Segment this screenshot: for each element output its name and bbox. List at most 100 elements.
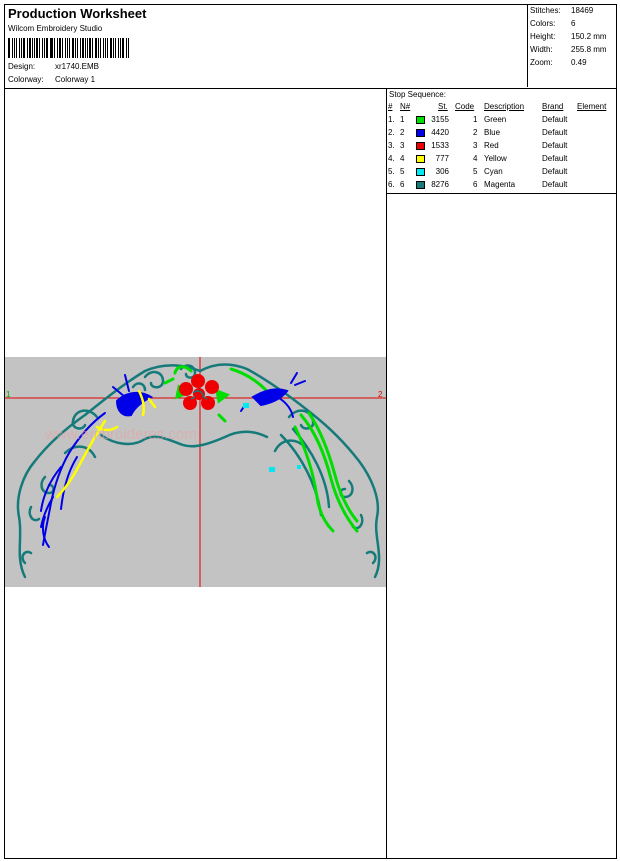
- row-stitches: 3155: [431, 115, 449, 124]
- barcode-bar: [92, 38, 93, 58]
- col-header-num: #: [388, 102, 393, 111]
- barcode-bar: [117, 38, 120, 58]
- row-code: 2: [473, 128, 478, 137]
- row-description: Yellow: [484, 154, 507, 163]
- color-swatch: [416, 116, 425, 124]
- colors-label: Colors:: [530, 19, 556, 28]
- barcode-bar: [126, 38, 127, 58]
- width-label: Width:: [530, 45, 553, 54]
- barcode-bar: [112, 38, 114, 58]
- marker-right: 2: [378, 390, 383, 399]
- barcode: [8, 38, 130, 58]
- barcode-bar: [23, 38, 25, 58]
- barcode-bar: [72, 38, 75, 58]
- barcode-bar: [64, 38, 66, 58]
- barcode-bar: [8, 38, 10, 58]
- row-n: 4: [400, 154, 405, 163]
- barcode-bar: [87, 38, 89, 58]
- col-header-n: N#: [400, 102, 411, 111]
- barcode-bar: [43, 38, 45, 58]
- stop-sequence-title: Stop Sequence:: [389, 90, 446, 99]
- design-canvas[interactable]: 1 2 www.embroideres.com: [5, 357, 386, 587]
- barcode-bar: [13, 38, 15, 58]
- row-stitches: 1533: [431, 141, 449, 150]
- stop-sequence-panel: Stop Sequence: # N# St. Code Description…: [387, 88, 616, 194]
- stop-sequence-row[interactable]: 6. 6 8276 6 Magenta Default: [387, 180, 616, 192]
- row-brand: Default: [542, 128, 568, 137]
- zoom-label: Zoom:: [530, 58, 553, 67]
- stitches-row: Stitches: 18469: [530, 6, 593, 15]
- barcode-bar: [102, 38, 105, 58]
- stop-sequence-header: # N# St. Code Description Brand Element: [387, 102, 616, 114]
- colorway-value: Colorway 1: [55, 75, 96, 84]
- blue-phoenix: [40, 372, 306, 548]
- stitches-value: 18469: [571, 6, 594, 15]
- design-stats: Stitches: 18469 Colors: 6 Height: 150.2 mm …: [527, 5, 617, 87]
- row-num: 2.: [388, 128, 395, 137]
- row-stitches: 306: [435, 167, 449, 176]
- row-brand: Default: [542, 180, 568, 189]
- barcode-bar: [81, 38, 84, 58]
- barcode-bar: [94, 38, 97, 58]
- software-name: Wilcom Embroidery Studio: [8, 24, 103, 33]
- barcode-bar: [31, 38, 33, 58]
- barcode-bar: [21, 38, 23, 58]
- barcode-bar: [84, 38, 86, 58]
- colorway-label: Colorway:: [8, 75, 44, 84]
- row-num: 3.: [388, 141, 395, 150]
- width-value: 255.8 mm: [571, 45, 607, 54]
- barcode-bar: [110, 38, 112, 58]
- barcode-bar: [76, 38, 78, 58]
- row-num: 6.: [388, 180, 395, 189]
- stop-sequence-row[interactable]: 2. 2 4420 2 Blue Default: [387, 128, 616, 140]
- row-description: Green: [484, 115, 507, 124]
- barcode-bar: [19, 38, 21, 58]
- colors-row: Colors: 6: [530, 19, 575, 28]
- worksheet-header: Production Worksheet Wilcom Embroidery S…: [5, 5, 616, 89]
- row-brand: Default: [542, 154, 568, 163]
- barcode-bar: [114, 38, 116, 58]
- red-flower: [179, 374, 219, 410]
- barcode-bar: [54, 38, 56, 58]
- page-title: Production Worksheet: [8, 6, 147, 21]
- barcode-bar: [79, 38, 81, 58]
- height-row: Height: 150.2 mm: [530, 32, 607, 41]
- row-brand: Default: [542, 167, 568, 176]
- stop-sequence-row[interactable]: 1. 1 3155 1 Green Default: [387, 115, 616, 127]
- stop-sequence-row[interactable]: 3. 3 1533 3 Red Default: [387, 141, 616, 153]
- marker-left: 1: [6, 390, 11, 399]
- color-swatch: [416, 129, 425, 137]
- height-value: 150.2 mm: [571, 32, 607, 41]
- barcode-bar: [36, 38, 39, 58]
- watermark-text: www.embroideres.com: [44, 426, 197, 443]
- barcode-bar: [89, 38, 92, 58]
- stop-sequence-row[interactable]: 4. 4 777 4 Yellow Default: [387, 154, 616, 166]
- barcode-bar: [51, 38, 54, 58]
- zoom-value: 0.49: [571, 58, 587, 67]
- barcode-bar: [49, 38, 51, 58]
- row-brand: Default: [542, 141, 568, 150]
- stop-sequence-row[interactable]: 5. 5 306 5 Cyan Default: [387, 167, 616, 179]
- barcode-bar: [128, 38, 129, 58]
- worksheet: Production Worksheet Wilcom Embroidery S…: [4, 4, 617, 859]
- color-swatch: [416, 168, 425, 176]
- barcode-bar: [39, 38, 41, 58]
- design-value: xr1740.EMB: [55, 62, 100, 71]
- row-num: 1.: [388, 115, 395, 124]
- color-swatch: [416, 142, 425, 150]
- yellow-accents: [55, 389, 157, 499]
- design-row: Design: xr1740.EMB: [8, 62, 99, 71]
- barcode-bar: [61, 38, 63, 58]
- barcode-bar: [11, 38, 13, 58]
- row-code: 3: [473, 141, 478, 150]
- barcode-bar: [69, 38, 71, 58]
- barcode-bar: [57, 38, 59, 58]
- row-brand: Default: [542, 115, 568, 124]
- row-num: 5.: [388, 167, 395, 176]
- width-row: Width: 255.8 mm: [530, 45, 607, 54]
- barcode-bar: [122, 38, 125, 58]
- row-n: 1: [400, 115, 405, 124]
- zoom-row: Zoom: 0.49: [530, 58, 587, 67]
- row-n: 5: [400, 167, 405, 176]
- barcode-bar: [107, 38, 109, 58]
